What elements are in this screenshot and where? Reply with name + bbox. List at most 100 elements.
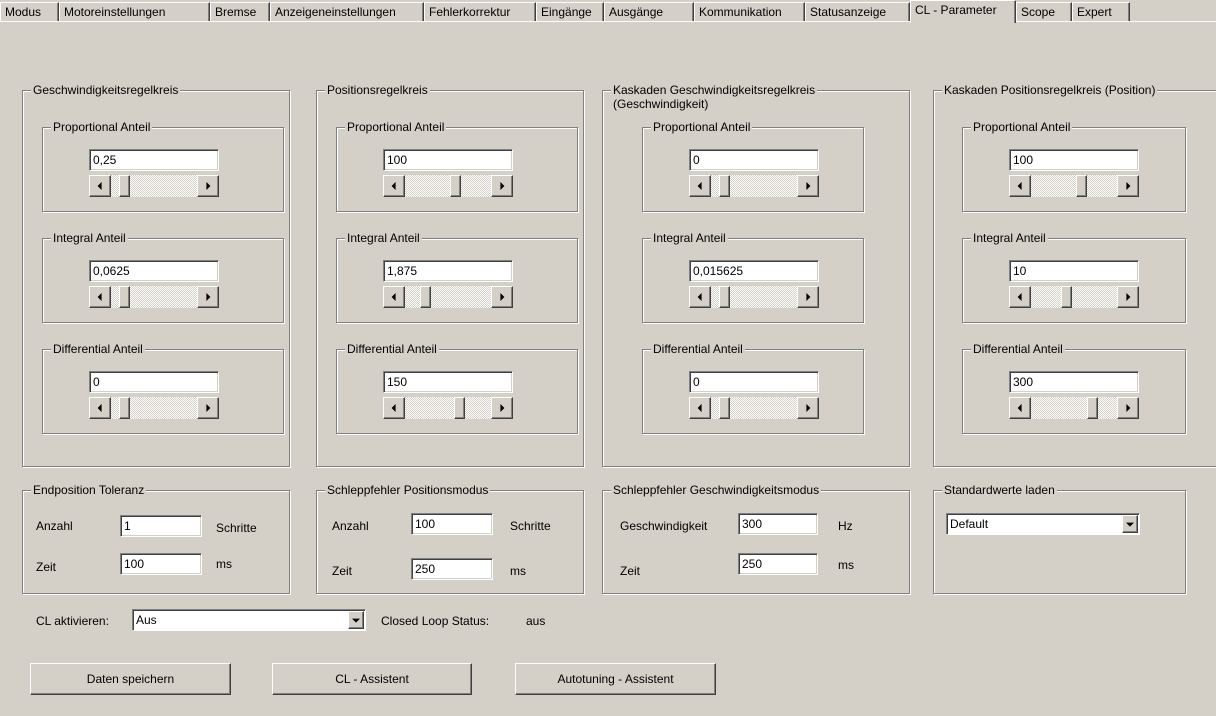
integral-label: Integral Anteil	[651, 231, 728, 245]
integral-value-field[interactable]: 1,875	[383, 260, 513, 282]
differential-label: Differential Anteil	[345, 342, 439, 356]
scroll-left-button[interactable]	[383, 397, 405, 419]
slider-thumb[interactable]	[454, 397, 465, 419]
proportional-slider[interactable]	[1009, 175, 1139, 197]
slider-thumb[interactable]	[420, 286, 431, 308]
proportional-value-field[interactable]: 0,25	[89, 149, 219, 171]
scroll-right-button[interactable]	[1117, 175, 1139, 197]
tab-fehlerkorrektur[interactable]: Fehlerkorrektur	[424, 2, 536, 21]
differential-slider[interactable]	[383, 397, 513, 419]
tab-anzeigeneinstellungen[interactable]: Anzeigeneinstellungen	[270, 2, 424, 21]
arrow-left-icon	[391, 404, 396, 412]
differential-value-field[interactable]: 300	[1009, 371, 1139, 393]
slider-thumb[interactable]	[119, 286, 130, 308]
integral-value-field[interactable]: 0,0625	[89, 260, 219, 282]
scroll-right-button[interactable]	[797, 175, 819, 197]
proportional-slider[interactable]	[383, 175, 513, 197]
differential-value-field[interactable]: 0	[89, 371, 219, 393]
slider-thumb[interactable]	[719, 175, 730, 197]
scroll-left-button[interactable]	[689, 397, 711, 419]
integral-slider[interactable]	[383, 286, 513, 308]
differential-value-field[interactable]: 150	[383, 371, 513, 393]
differential-value-field[interactable]: 0	[689, 371, 819, 393]
tab-kommunikation[interactable]: Kommunikation	[694, 2, 805, 21]
scroll-left-button[interactable]	[383, 175, 405, 197]
time-unit: ms	[510, 564, 526, 578]
scroll-left-button[interactable]	[689, 286, 711, 308]
tab-statusanzeige[interactable]: Statusanzeige	[805, 2, 910, 21]
arrow-right-icon	[806, 404, 811, 412]
defaults-select[interactable]: Default	[946, 513, 1140, 535]
scroll-right-button[interactable]	[491, 175, 513, 197]
scroll-left-button[interactable]	[1009, 175, 1031, 197]
tab-eingaenge[interactable]: Eingänge	[536, 2, 604, 21]
tab-scope[interactable]: Scope	[1016, 2, 1072, 21]
differential-slider[interactable]	[689, 397, 819, 419]
tab-strip: Modus Motoreinstellungen Bremse Anzeigen…	[0, 0, 1216, 23]
tab-expert[interactable]: Expert	[1072, 2, 1130, 21]
integral-slider[interactable]	[689, 286, 819, 308]
arrow-right-icon	[500, 404, 505, 412]
chevron-down-icon	[352, 618, 360, 623]
scroll-right-button[interactable]	[197, 286, 219, 308]
scroll-left-button[interactable]	[89, 175, 111, 197]
dropdown-button[interactable]	[1122, 515, 1138, 533]
slider-thumb[interactable]	[1087, 397, 1098, 419]
tab-bremse[interactable]: Bremse	[210, 2, 270, 21]
group-title-line2: (Geschwindigkeit)	[613, 97, 709, 111]
slider-thumb[interactable]	[719, 286, 730, 308]
scroll-left-button[interactable]	[383, 286, 405, 308]
dropdown-button[interactable]	[348, 611, 364, 629]
scroll-right-button[interactable]	[797, 286, 819, 308]
proportional-value-field[interactable]: 100	[383, 149, 513, 171]
differential-slider[interactable]	[89, 397, 219, 419]
scroll-left-button[interactable]	[89, 397, 111, 419]
tab-motoreinstellungen[interactable]: Motoreinstellungen	[59, 2, 210, 21]
cl-activate-select[interactable]: Aus	[132, 609, 366, 631]
group-standardwerte-laden: Standardwerte laden	[933, 483, 1186, 594]
integral-value-field[interactable]: 0,015625	[689, 260, 819, 282]
proportional-slider[interactable]	[689, 175, 819, 197]
follow-pos-time-field[interactable]: 250	[411, 558, 493, 580]
follow-speed-speed-field[interactable]: 300	[738, 513, 818, 535]
slider-thumb[interactable]	[119, 397, 130, 419]
follow-pos-count-field[interactable]: 100	[411, 513, 493, 535]
integral-label: Integral Anteil	[345, 231, 422, 245]
proportional-slider[interactable]	[89, 175, 219, 197]
scroll-left-button[interactable]	[689, 175, 711, 197]
count-label: Anzahl	[36, 519, 73, 533]
scroll-left-button[interactable]	[1009, 286, 1031, 308]
scroll-left-button[interactable]	[1009, 397, 1031, 419]
scroll-right-button[interactable]	[797, 397, 819, 419]
slider-thumb[interactable]	[719, 397, 730, 419]
arrow-right-icon	[1126, 293, 1131, 301]
scroll-left-button[interactable]	[89, 286, 111, 308]
follow-speed-time-field[interactable]: 250	[738, 553, 818, 575]
scroll-right-button[interactable]	[491, 397, 513, 419]
slider-thumb[interactable]	[119, 175, 130, 197]
autotuning-assistant-button[interactable]: Autotuning - Assistent	[515, 663, 716, 695]
tab-ausgaenge[interactable]: Ausgänge	[604, 2, 694, 21]
group-title: Kaskaden Geschwindigkeitsregelkreis (Ges…	[611, 83, 818, 111]
slider-thumb[interactable]	[1061, 286, 1072, 308]
slider-thumb[interactable]	[1076, 175, 1087, 197]
endposition-count-field[interactable]: 1	[120, 515, 202, 537]
proportional-value-field[interactable]: 0	[689, 149, 819, 171]
scroll-right-button[interactable]	[1117, 397, 1139, 419]
integral-slider[interactable]	[1009, 286, 1139, 308]
save-data-button[interactable]: Daten speichern	[30, 663, 231, 695]
scroll-right-button[interactable]	[197, 175, 219, 197]
defaults-select-value: Default	[950, 517, 989, 531]
slider-thumb[interactable]	[450, 175, 461, 197]
tab-modus[interactable]: Modus	[0, 2, 59, 21]
scroll-right-button[interactable]	[491, 286, 513, 308]
scroll-right-button[interactable]	[197, 397, 219, 419]
cl-assistant-button[interactable]: CL - Assistent	[272, 663, 472, 695]
proportional-value-field[interactable]: 100	[1009, 149, 1139, 171]
endposition-time-field[interactable]: 100	[120, 553, 202, 575]
integral-value-field[interactable]: 10	[1009, 260, 1139, 282]
integral-slider[interactable]	[89, 286, 219, 308]
differential-slider[interactable]	[1009, 397, 1139, 419]
tab-cl-parameter[interactable]: CL - Parameter	[910, 0, 1016, 23]
scroll-right-button[interactable]	[1117, 286, 1139, 308]
